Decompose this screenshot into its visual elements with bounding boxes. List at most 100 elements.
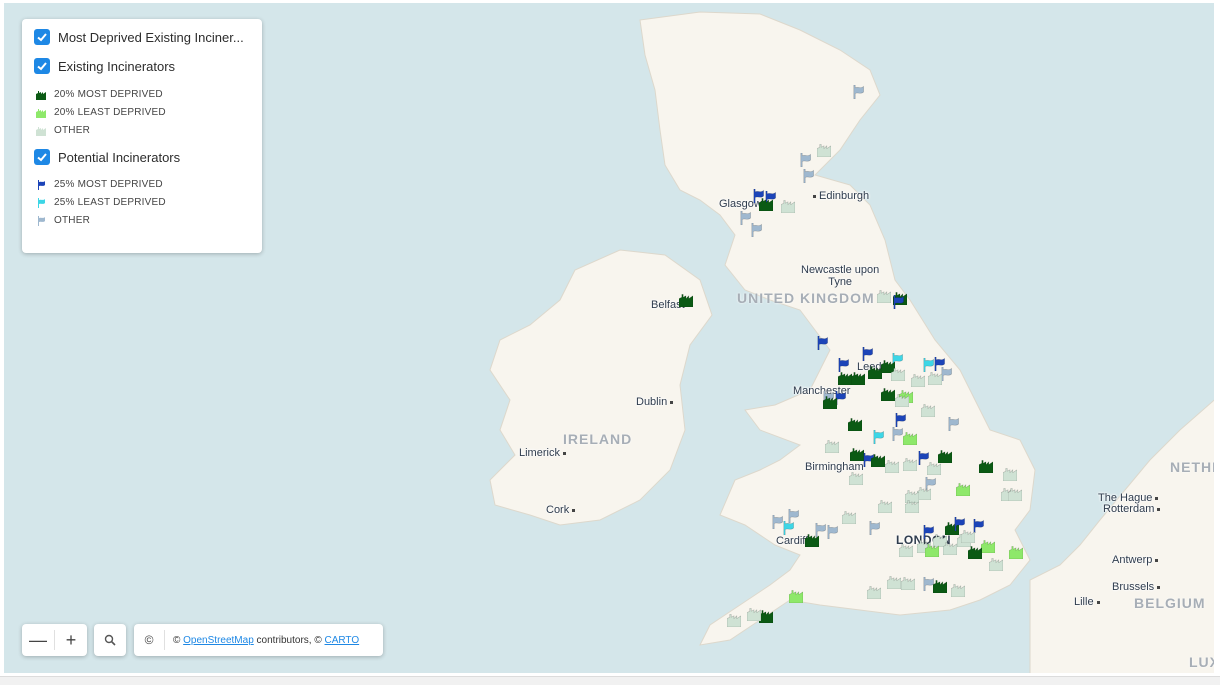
existing-incinerator-marker[interactable] — [917, 486, 931, 500]
layer-toggle-most-deprived-existing[interactable]: Most Deprived Existing Inciner... — [34, 29, 244, 45]
country-belgium: BELGIUM — [1134, 595, 1206, 611]
attribution-text: contributors, © — [256, 634, 322, 646]
carto-link[interactable]: CARTO — [325, 635, 360, 646]
existing-incinerator-marker[interactable] — [817, 143, 831, 157]
checkbox-icon[interactable] — [34, 58, 50, 74]
potential-incinerator-marker[interactable] — [815, 336, 829, 350]
existing-incinerator-marker[interactable] — [871, 453, 885, 467]
existing-incinerator-marker[interactable] — [838, 371, 852, 385]
existing-incinerator-marker[interactable] — [903, 457, 917, 471]
existing-incinerator-marker[interactable] — [951, 583, 965, 597]
existing-incinerator-marker[interactable] — [928, 371, 942, 385]
layer-label: Most Deprived Existing Inciner... — [58, 29, 244, 45]
existing-incinerator-marker[interactable] — [679, 293, 693, 307]
potential-incinerator-marker[interactable] — [749, 223, 763, 237]
existing-incinerator-marker[interactable] — [901, 576, 915, 590]
existing-incinerator-marker[interactable] — [921, 403, 935, 417]
existing-incinerator-marker[interactable] — [781, 199, 795, 213]
potential-incinerator-marker[interactable] — [860, 347, 874, 361]
existing-incinerator-marker[interactable] — [759, 609, 773, 623]
potential-incinerator-marker[interactable] — [851, 85, 865, 99]
factory-icon — [36, 90, 46, 100]
country-uk: UNITED KINGDOM — [737, 290, 875, 306]
flag-icon — [36, 197, 46, 208]
potential-incinerator-marker[interactable] — [871, 430, 885, 444]
place-edinburgh: Edinburgh — [810, 190, 869, 202]
potential-incinerator-marker[interactable] — [825, 525, 839, 539]
existing-incinerator-marker[interactable] — [868, 365, 882, 379]
checkbox-icon[interactable] — [34, 29, 50, 45]
existing-incinerator-marker[interactable] — [943, 541, 957, 555]
place-newcastle: Newcastle upon Tyne — [801, 264, 880, 288]
zoom-out-button[interactable]: — — [22, 624, 54, 656]
place-rotterdam: Rotterdam — [1103, 503, 1163, 515]
search-button[interactable] — [94, 624, 126, 656]
place-cardiff: Cardiff — [776, 535, 809, 547]
place-brussels: Brussels — [1112, 581, 1163, 593]
layer-label: Potential Incinerators — [58, 149, 181, 165]
existing-incinerator-marker[interactable] — [903, 431, 917, 445]
existing-incinerator-marker[interactable] — [1008, 487, 1022, 501]
existing-incinerator-marker[interactable] — [878, 499, 892, 513]
potential-incinerator-marker[interactable] — [867, 521, 881, 535]
existing-incinerator-marker[interactable] — [805, 533, 819, 547]
existing-incinerator-marker[interactable] — [891, 367, 905, 381]
zoom-in-button[interactable]: + — [55, 624, 87, 656]
existing-incinerator-marker[interactable] — [968, 545, 982, 559]
existing-incinerator-marker[interactable] — [1003, 467, 1017, 481]
factory-icon — [36, 108, 46, 118]
potential-incinerator-marker[interactable] — [798, 153, 812, 167]
place-dublin: Dublin — [636, 396, 676, 408]
existing-incinerator-marker[interactable] — [727, 613, 741, 627]
legend-item-existing-least-deprived: 20% LEAST DEPRIVED — [36, 107, 166, 118]
existing-incinerator-marker[interactable] — [789, 589, 803, 603]
osm-link[interactable]: OpenStreetMap — [183, 635, 254, 646]
existing-incinerator-marker[interactable] — [759, 197, 773, 211]
potential-incinerator-marker[interactable] — [891, 295, 905, 309]
existing-incinerator-marker[interactable] — [885, 459, 899, 473]
potential-incinerator-marker[interactable] — [836, 358, 850, 372]
potential-incinerator-marker[interactable] — [781, 521, 795, 535]
existing-incinerator-marker[interactable] — [849, 471, 863, 485]
place-antwerp: Antwerp — [1112, 554, 1161, 566]
legend-item-potential-least-deprived: 25% LEAST DEPRIVED — [36, 197, 166, 208]
existing-incinerator-marker[interactable] — [867, 585, 881, 599]
existing-incinerator-marker[interactable] — [899, 543, 913, 557]
potential-incinerator-marker[interactable] — [946, 417, 960, 431]
existing-incinerator-marker[interactable] — [825, 439, 839, 453]
flag-icon — [36, 179, 46, 190]
existing-incinerator-marker[interactable] — [747, 607, 761, 621]
existing-incinerator-marker[interactable] — [887, 575, 901, 589]
existing-incinerator-marker[interactable] — [895, 393, 909, 407]
existing-incinerator-marker[interactable] — [927, 461, 941, 475]
existing-incinerator-marker[interactable] — [851, 371, 865, 385]
existing-incinerator-marker[interactable] — [881, 387, 895, 401]
layer-toggle-potential[interactable]: Potential Incinerators — [34, 149, 180, 165]
existing-incinerator-marker[interactable] — [933, 579, 947, 593]
existing-incinerator-marker[interactable] — [961, 529, 975, 543]
checkbox-icon[interactable] — [34, 149, 50, 165]
existing-incinerator-marker[interactable] — [842, 510, 856, 524]
existing-incinerator-marker[interactable] — [877, 289, 891, 303]
existing-incinerator-marker[interactable] — [979, 459, 993, 473]
existing-incinerator-marker[interactable] — [989, 557, 1003, 571]
factory-icon — [36, 126, 46, 136]
existing-incinerator-marker[interactable] — [848, 417, 862, 431]
legend-item-potential-most-deprived: 25% MOST DEPRIVED — [36, 179, 163, 190]
existing-incinerator-marker[interactable] — [1009, 545, 1023, 559]
existing-incinerator-marker[interactable] — [956, 482, 970, 496]
potential-incinerator-marker[interactable] — [893, 413, 907, 427]
existing-incinerator-marker[interactable] — [905, 499, 919, 513]
potential-incinerator-marker[interactable] — [890, 427, 904, 441]
attribution-prefix: © — [173, 634, 181, 646]
existing-incinerator-marker[interactable] — [911, 373, 925, 387]
attribution-toggle-button[interactable]: © — [134, 633, 164, 647]
legend-item-potential-other: OTHER — [36, 215, 90, 226]
legend-panel: Most Deprived Existing Inciner... Existi… — [22, 19, 262, 253]
existing-incinerator-marker[interactable] — [925, 543, 939, 557]
layer-toggle-existing[interactable]: Existing Incinerators — [34, 58, 175, 74]
potential-incinerator-marker[interactable] — [801, 169, 815, 183]
existing-incinerator-marker[interactable] — [823, 395, 837, 409]
existing-incinerator-marker[interactable] — [981, 539, 995, 553]
country-ireland: IRELAND — [563, 431, 633, 447]
